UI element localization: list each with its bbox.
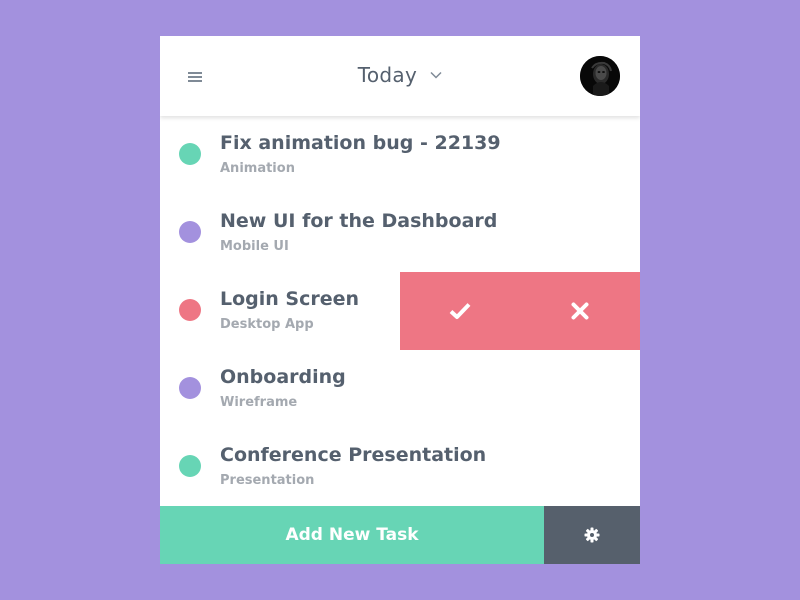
task-category: Mobile UI	[220, 239, 289, 254]
date-filter-dropdown[interactable]: Today	[160, 63, 640, 87]
avatar[interactable]	[580, 56, 620, 96]
add-new-task-button[interactable]: Add New Task	[160, 506, 544, 564]
chevron-down-icon	[430, 71, 442, 79]
page-title: Today	[357, 63, 418, 87]
task-category: Desktop App	[220, 317, 314, 332]
settings-button[interactable]	[544, 506, 640, 564]
task-title: Login Screen	[220, 288, 360, 310]
task-row[interactable]: Onboarding Wireframe	[160, 350, 640, 428]
gear-icon	[584, 527, 600, 543]
header-bar: Today	[160, 36, 640, 116]
check-icon	[449, 303, 471, 319]
task-color-dot	[179, 221, 201, 243]
task-title: Onboarding	[220, 366, 346, 388]
task-category: Wireframe	[220, 395, 298, 410]
task-color-dot	[179, 455, 201, 477]
delete-task-button[interactable]	[520, 272, 640, 350]
task-color-dot	[179, 299, 201, 321]
task-row[interactable]: Fix animation bug - 22139 Animation	[160, 116, 640, 194]
task-title: New UI for the Dashboard	[220, 210, 498, 232]
close-icon	[571, 302, 589, 320]
task-color-dot	[179, 143, 201, 165]
task-category: Animation	[220, 161, 295, 176]
user-avatar-image	[580, 56, 620, 96]
task-row[interactable]: New UI for the Dashboard Mobile UI	[160, 194, 640, 272]
task-title: Fix animation bug - 22139	[220, 132, 501, 154]
complete-task-button[interactable]	[400, 272, 520, 350]
task-title: Conference Presentation	[220, 444, 487, 466]
todo-app-card: Today Fix animation bug - 22139 Animatio…	[160, 36, 640, 564]
task-row[interactable]: Conference Presentation Presentation	[160, 428, 640, 506]
task-category: Presentation	[220, 473, 315, 488]
task-color-dot	[179, 377, 201, 399]
swipe-actions-panel	[400, 272, 640, 350]
footer-bar: Add New Task	[160, 506, 640, 564]
